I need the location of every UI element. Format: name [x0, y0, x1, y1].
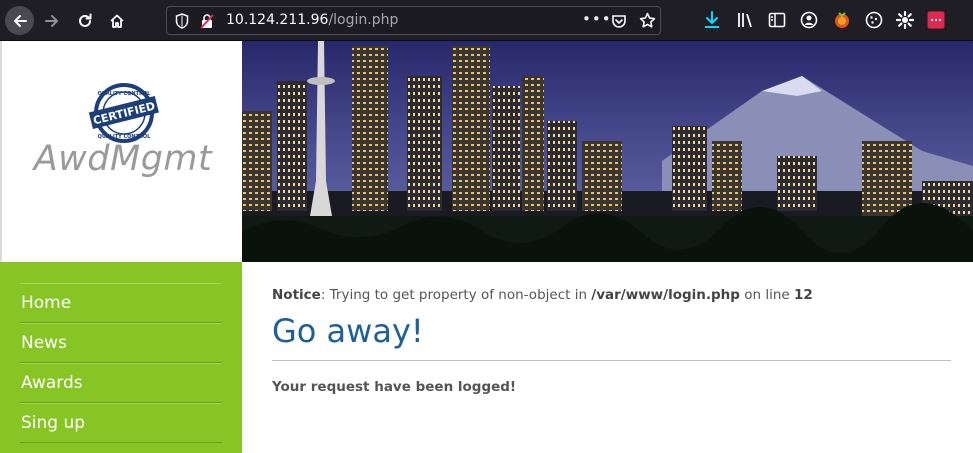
forward-icon: [44, 14, 58, 27]
bookmark-star-icon[interactable]: [639, 12, 656, 29]
shield-icon[interactable]: [175, 13, 189, 29]
settings-icon[interactable]: [896, 11, 914, 29]
php-notice: Notice: Trying to get property of non-ob…: [272, 287, 813, 303]
notice-line: 12: [794, 287, 813, 303]
page-content: QUALITY CONTROL QUALITY CONTROL CERTIFIE…: [0, 41, 973, 453]
reader-sidebar-icon[interactable]: [768, 11, 786, 29]
extension-icon[interactable]: [833, 11, 851, 29]
back-icon: [13, 14, 27, 27]
logged-message: Your request have been logged!: [272, 379, 517, 395]
notice-on-line: on line: [739, 287, 795, 303]
skyline-image: [242, 41, 973, 262]
notice-message: : Trying to get property of non-object i…: [320, 287, 592, 303]
url-text[interactable]: 10.124.211.96/login.php: [226, 12, 398, 28]
nav-item-home[interactable]: Home: [20, 283, 222, 323]
nav-link-news[interactable]: News: [20, 333, 67, 353]
home-button[interactable]: [102, 6, 131, 35]
nav-list: Home News Awards Sing up: [20, 283, 222, 443]
back-button[interactable]: [5, 6, 34, 35]
cookie-icon[interactable]: [865, 11, 883, 29]
reload-button[interactable]: [70, 6, 99, 35]
nav-item-news[interactable]: News: [20, 323, 222, 363]
nav-link-awards[interactable]: Awards: [20, 373, 83, 393]
addon-icon[interactable]: [927, 11, 945, 29]
page-heading: Go away!: [272, 312, 424, 350]
reload-icon: [78, 13, 91, 27]
library-icon[interactable]: [737, 11, 755, 29]
svg-text:QUALITY CONTROL: QUALITY CONTROL: [98, 91, 151, 97]
site-name: AwdMgmt: [33, 139, 213, 179]
notice-file: /var/www/login.php: [591, 287, 740, 303]
url-path: /login.php: [328, 12, 399, 28]
city-skyline-banner: [242, 41, 973, 262]
pocket-icon[interactable]: [611, 13, 627, 29]
nav-item-sign-up[interactable]: Sing up: [20, 403, 222, 443]
notice-label: Notice: [272, 287, 321, 303]
download-icon[interactable]: [704, 11, 720, 29]
sidebar-nav: Home News Awards Sing up: [0, 262, 242, 453]
nav-link-sign-up[interactable]: Sing up: [20, 413, 85, 433]
url-bar[interactable]: 10.124.211.96/login.php •••: [166, 6, 661, 35]
url-host: 10.124.211.96: [226, 12, 329, 28]
nav-item-awards[interactable]: Awards: [20, 363, 222, 403]
account-icon[interactable]: [800, 11, 818, 29]
nav-link-home[interactable]: Home: [20, 293, 71, 313]
certified-badge-logo: QUALITY CONTROL QUALITY CONTROL CERTIFIE…: [88, 83, 159, 143]
site-header: QUALITY CONTROL QUALITY CONTROL CERTIFIE…: [0, 41, 242, 262]
forward-button[interactable]: [37, 6, 66, 35]
browser-toolbar: 10.124.211.96/login.php •••: [0, 0, 973, 41]
insecure-lock-icon[interactable]: [199, 13, 215, 29]
divider: [272, 360, 951, 361]
page-actions-icon[interactable]: •••: [582, 10, 612, 28]
home-icon: [109, 14, 124, 28]
